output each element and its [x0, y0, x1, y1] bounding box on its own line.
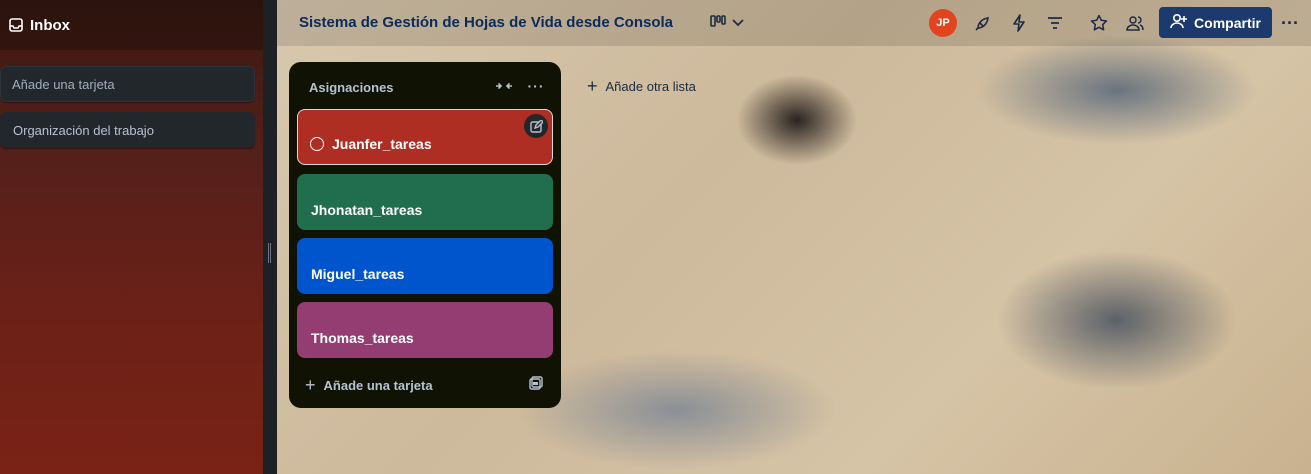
card-label: Miguel_tareas	[311, 266, 405, 282]
inbox-add-card-input[interactable]: Añade una tarjeta	[0, 66, 255, 102]
filter-icon[interactable]	[1043, 11, 1067, 35]
card-label: Jhonatan_tareas	[311, 202, 423, 218]
list-add-card-button[interactable]: + Añade una tarjeta	[305, 374, 545, 395]
plus-icon: +	[305, 374, 316, 395]
team-icon[interactable]	[1123, 11, 1147, 35]
add-list-button[interactable]: + Añade otra lista	[587, 76, 696, 97]
collapse-icon[interactable]	[493, 77, 515, 95]
list-header: Asignaciones ···	[289, 62, 561, 110]
card-juanfer[interactable]: Juanfer_tareas	[297, 109, 553, 165]
list-menu-icon[interactable]: ···	[525, 77, 547, 95]
card-complete-toggle[interactable]	[310, 137, 324, 151]
card-label: Thomas_tareas	[311, 330, 414, 346]
template-icon[interactable]	[529, 376, 545, 392]
star-icon[interactable]	[1087, 11, 1111, 35]
views-switcher-button[interactable]	[705, 11, 749, 35]
edit-icon[interactable]	[524, 114, 548, 138]
list-title[interactable]: Asignaciones	[309, 80, 394, 95]
card-label: Juanfer_tareas	[332, 136, 432, 152]
panel-divider[interactable]	[263, 0, 277, 474]
board-header: Sistema de Gestión de Hojas de Vida desd…	[277, 0, 1311, 46]
inbox-card[interactable]: Organización del trabajo	[0, 112, 255, 148]
inbox-icon	[8, 17, 24, 33]
views-icon	[710, 14, 726, 33]
card-thomas[interactable]: Thomas_tareas	[297, 302, 553, 358]
share-button[interactable]: Compartir	[1159, 7, 1272, 38]
chevron-down-icon	[732, 14, 744, 32]
plus-icon: +	[587, 76, 598, 96]
share-label: Compartir	[1194, 14, 1261, 31]
board-canvas: Sistema de Gestión de Hojas de Vida desd…	[277, 0, 1311, 474]
rocket-icon[interactable]	[971, 11, 995, 35]
more-icon[interactable]: ···	[1277, 11, 1303, 35]
list-add-card-label: Añade una tarjeta	[323, 377, 433, 393]
bolt-icon[interactable]	[1007, 11, 1031, 35]
list-column: Asignaciones ··· Juanfer_tareas Jhonatan…	[289, 62, 561, 408]
add-list-label: Añade otra lista	[605, 79, 696, 94]
inbox-panel: Inbox Añade una tarjeta Organización del…	[0, 0, 263, 474]
card-miguel[interactable]: Miguel_tareas	[297, 238, 553, 294]
resize-handle[interactable]	[268, 243, 271, 263]
card-jhonatan[interactable]: Jhonatan_tareas	[297, 174, 553, 230]
inbox-header: Inbox	[0, 0, 263, 50]
board-title[interactable]: Sistema de Gestión de Hojas de Vida desd…	[299, 14, 673, 31]
add-person-icon	[1170, 13, 1188, 32]
inbox-title: Inbox	[30, 16, 70, 34]
avatar[interactable]: JP	[929, 9, 957, 37]
